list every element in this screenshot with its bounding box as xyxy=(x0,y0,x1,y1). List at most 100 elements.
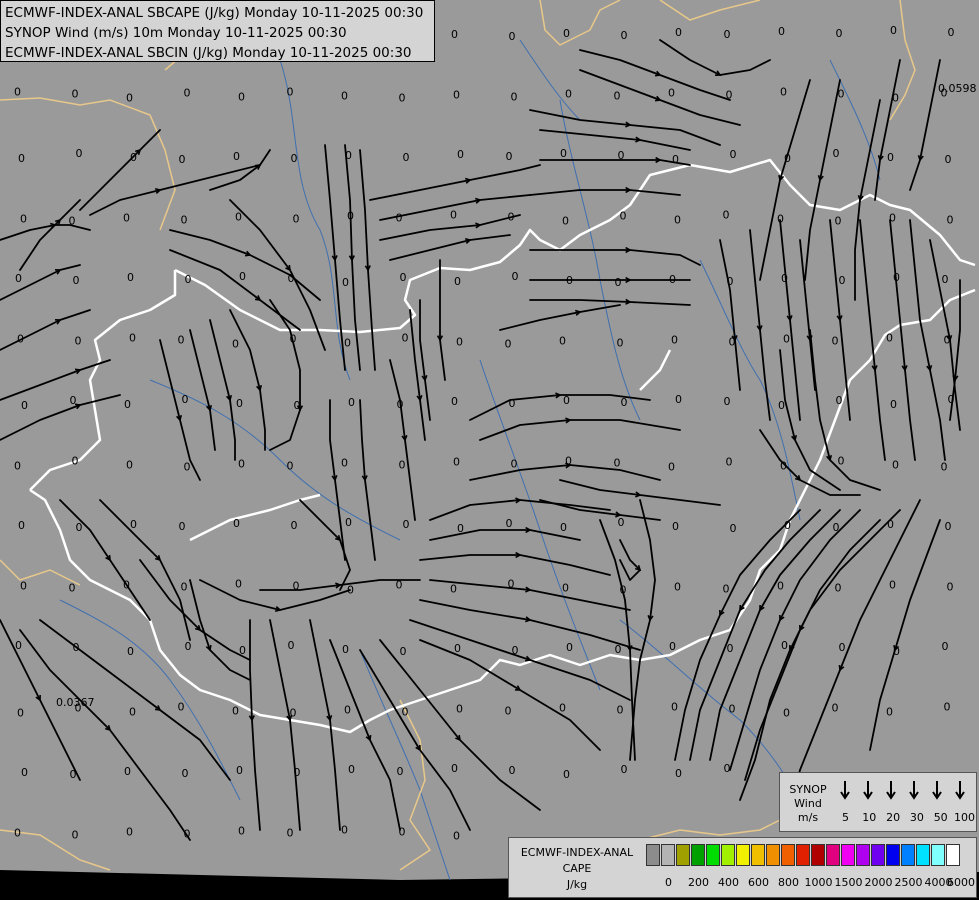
cape-value-label: 0 xyxy=(945,153,952,166)
cape-value-label: 0 xyxy=(618,149,625,162)
cape-value-label: 0 xyxy=(232,338,239,351)
cape-value-label: 0 xyxy=(889,212,896,225)
cape-value-label: 0 xyxy=(724,762,731,775)
cape-color-swatch xyxy=(796,844,810,866)
cape-value-label: 0 xyxy=(185,273,192,286)
cape-value-label: 0 xyxy=(675,26,682,39)
cape-value-label: 0.0367 xyxy=(56,696,95,709)
cape-value-label: 0 xyxy=(291,152,298,165)
cape-value-label: 0 xyxy=(835,215,842,228)
cape-value-label: 0 xyxy=(75,335,82,348)
cape-value-label: 0 xyxy=(674,214,681,227)
cape-value-label: 0 xyxy=(508,578,515,591)
cape-color-swatch xyxy=(871,844,885,866)
cape-value-label: 0 xyxy=(123,579,130,592)
cape-value-label: 0 xyxy=(783,707,790,720)
cape-value-label: 0 xyxy=(780,86,787,99)
cape-value-label: 0 xyxy=(129,332,136,345)
wind-arrow-icons xyxy=(840,781,965,800)
cape-value-label: 0 xyxy=(669,273,676,286)
cape-value-label: 0 xyxy=(512,644,519,657)
cape-value-label: 0 xyxy=(69,215,76,228)
cape-color-swatch xyxy=(811,844,825,866)
cape-value-label: 0 xyxy=(893,645,900,658)
cape-value-label: 0 xyxy=(451,395,458,408)
cape-value-label: 0 xyxy=(668,87,675,100)
cape-value-label: 0 xyxy=(238,458,245,471)
cape-value-label: 0 xyxy=(14,460,21,473)
cape-value-label: 0 xyxy=(130,518,137,531)
cape-value-label: 0 xyxy=(781,272,788,285)
cape-value-label: 0 xyxy=(344,704,351,717)
synop-legend-title: SYNOP Wind m/s xyxy=(789,783,827,824)
cape-value-label: 0 xyxy=(397,398,404,411)
cape-value-label: 0 xyxy=(399,826,406,839)
cape-value-label: 0 xyxy=(184,461,191,474)
cape-value-label: 0 xyxy=(182,393,189,406)
cape-value-label: 0 xyxy=(178,334,185,347)
wind-arrow-icon xyxy=(840,781,850,800)
wind-arrow-icon xyxy=(955,781,965,800)
cape-value-label: 0 xyxy=(509,764,516,777)
cape-value-label: 0 xyxy=(563,27,570,40)
cape-color-swatch xyxy=(691,844,705,866)
cape-value-label: 0 xyxy=(839,274,846,287)
cape-value-label: 0 xyxy=(14,86,21,99)
cape-color-legend: ECMWF-INDEX-ANAL CAPE J/kg 0 200 400 600 800… xyxy=(508,837,977,898)
cape-value-label: 0 xyxy=(838,455,845,468)
cape-value-label: 0 xyxy=(560,147,567,160)
cape-value-label: 0 xyxy=(287,460,294,473)
cape-value-label: 0 xyxy=(232,705,239,718)
cape-value-label: 0 xyxy=(17,333,24,346)
cape-color-swatch xyxy=(706,844,720,866)
cape-value-label: 0 xyxy=(347,210,354,223)
cape-value-label: 0 xyxy=(730,148,737,161)
cape-tick-label: 6000 xyxy=(947,876,975,889)
cape-color-swatch xyxy=(736,844,750,866)
cape-value-label: 0 xyxy=(615,643,622,656)
cape-value-label: 0 xyxy=(233,150,240,163)
cape-color-swatch xyxy=(661,844,675,866)
title-cape: ECMWF-INDEX-ANAL SBCAPE (J/kg) Monday 10… xyxy=(5,5,424,21)
cape-color-swatch xyxy=(781,844,795,866)
cape-value-label: 0 xyxy=(451,28,458,41)
cape-scale-ticks: 0 200 400 600 800 1000 1500 2000 2500 4000 6000 xyxy=(646,876,976,890)
cape-value-label: 0 xyxy=(127,271,134,284)
cape-value-label: 0 xyxy=(291,519,298,532)
cape-value-label: 0 xyxy=(345,149,352,162)
cape-value-label: 0 xyxy=(836,27,843,40)
cape-value-label: 0 xyxy=(511,458,518,471)
cape-value-label: 0 xyxy=(621,396,628,409)
cape-value-label: 0 xyxy=(293,213,300,226)
cape-value-label: 0 xyxy=(886,332,893,345)
cape-value-label: 0 xyxy=(450,583,457,596)
cape-value-label: 0 xyxy=(565,88,572,101)
cape-value-label: 0 xyxy=(453,89,460,102)
cape-value-label: 0 xyxy=(559,335,566,348)
cape-value-label: 0 xyxy=(70,394,77,407)
cape-value-label: 0 xyxy=(617,337,624,350)
synop-legend-values: 5 10 20 30 50 100 xyxy=(842,811,975,824)
wind-arrow-icon xyxy=(909,781,919,800)
cape-value-label: 0 xyxy=(724,28,731,41)
cape-value-label: 0 xyxy=(566,641,573,654)
cape-value-label: 0 xyxy=(506,150,513,163)
cape-value-label: 0 xyxy=(451,762,458,775)
cape-value-label: 0 xyxy=(671,701,678,714)
cape-value-label: 0 xyxy=(942,273,949,286)
cape-value-label: 0 xyxy=(615,276,622,289)
cape-value-label: 0 xyxy=(69,582,76,595)
cape-value-label: 0 xyxy=(833,521,840,534)
cape-value-label: 0 xyxy=(347,584,354,597)
cape-value-label: 0 xyxy=(400,645,407,658)
cape-color-swatch xyxy=(886,844,900,866)
cape-value-label: 0 xyxy=(781,639,788,652)
cape-tick-label: 0 xyxy=(665,876,672,889)
cape-value-label: 0 xyxy=(179,153,186,166)
cape-value-label: 0 xyxy=(783,333,790,346)
cape-value-label: 0 xyxy=(288,272,295,285)
cape-value-label: 0 xyxy=(20,213,27,226)
wind-arrow-icon xyxy=(886,781,896,800)
cape-value-label: 0 xyxy=(72,88,79,101)
cape-tick-label: 2500 xyxy=(894,876,923,889)
